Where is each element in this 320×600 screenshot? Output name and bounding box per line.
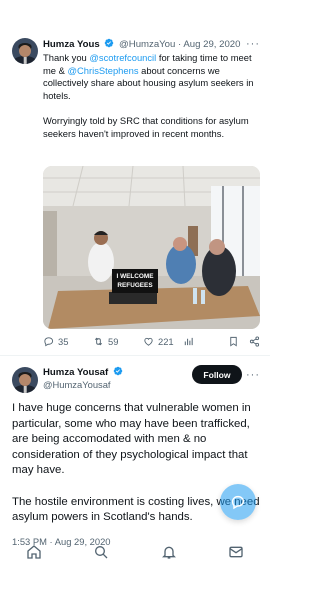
tweet-photo[interactable]: I WELCOME REFUGEES xyxy=(43,166,260,329)
author-handle[interactable]: @HumzaYou xyxy=(119,39,175,50)
bookmark-icon xyxy=(230,336,237,347)
tweet-actions: 35 59 221 xyxy=(43,336,263,350)
tweet-text: I have huge concerns that vulnerable wom… xyxy=(12,401,264,541)
reply-bubble-icon xyxy=(231,495,245,510)
tweet-paragraph: Worryingly told by SRC that conditions f… xyxy=(43,114,249,139)
tweet-paragraph: I have huge concerns that vulnerable wom… xyxy=(12,402,251,477)
retweet-count: 59 xyxy=(108,336,119,347)
mention-link[interactable]: @scotrefcouncil xyxy=(89,52,156,63)
tweet-header: Humza Yous @HumzaYou · Aug 29, 2020 xyxy=(43,38,240,51)
like-icon xyxy=(144,337,153,346)
reply-button[interactable]: 35 xyxy=(43,336,68,347)
author-name[interactable]: Humza Yousaf xyxy=(43,367,108,378)
analytics-icon xyxy=(184,337,193,346)
bookmark-button[interactable] xyxy=(228,336,239,347)
retweet-icon xyxy=(94,337,103,346)
search-icon[interactable] xyxy=(93,544,109,560)
like-button[interactable]: 221 xyxy=(143,336,174,347)
share-button[interactable] xyxy=(249,336,260,347)
divider xyxy=(0,355,270,356)
author-handle[interactable]: @HumzaYousaf xyxy=(43,379,111,390)
text-fragment: Thank you xyxy=(43,52,90,63)
author-name[interactable]: Humza Yous xyxy=(43,39,100,50)
reply-tweet[interactable]: Humza Yous @HumzaYou · Aug 29, 2020 ··· … xyxy=(0,30,270,352)
welcome-refugees-sign: I WELCOME REFUGEES xyxy=(112,269,158,293)
avatar[interactable] xyxy=(12,38,38,64)
reply-count: 35 xyxy=(58,336,69,347)
verified-icon xyxy=(105,38,114,48)
bottom-navigation xyxy=(0,540,270,570)
more-options-icon[interactable]: ··· xyxy=(246,38,260,50)
separator: · xyxy=(178,39,182,50)
like-count: 221 xyxy=(158,336,174,347)
compose-reply-button[interactable] xyxy=(220,484,256,520)
share-icon xyxy=(249,336,260,347)
author-name-row[interactable]: Humza Yousaf xyxy=(43,366,125,378)
more-options-icon[interactable]: ··· xyxy=(246,369,260,381)
avatar[interactable] xyxy=(12,367,38,393)
mention-link[interactable]: @ChrisStephens xyxy=(68,65,139,76)
tweet-date[interactable]: Aug 29, 2020 xyxy=(183,39,240,50)
messages-icon[interactable] xyxy=(228,544,244,560)
reply-icon xyxy=(44,337,54,347)
analytics-button[interactable] xyxy=(183,336,194,347)
meeting-room-photo xyxy=(43,166,260,329)
notifications-icon[interactable] xyxy=(161,544,177,560)
retweet-button[interactable]: 59 xyxy=(93,336,118,347)
home-icon[interactable] xyxy=(26,544,42,560)
sign-line: I WELCOME xyxy=(116,273,154,280)
tweet-text: Thank you @scotrefcouncil for taking tim… xyxy=(43,52,263,153)
verified-icon xyxy=(113,366,123,376)
sign-line: REFUGEES xyxy=(117,282,153,289)
follow-button[interactable]: Follow xyxy=(192,365,242,384)
